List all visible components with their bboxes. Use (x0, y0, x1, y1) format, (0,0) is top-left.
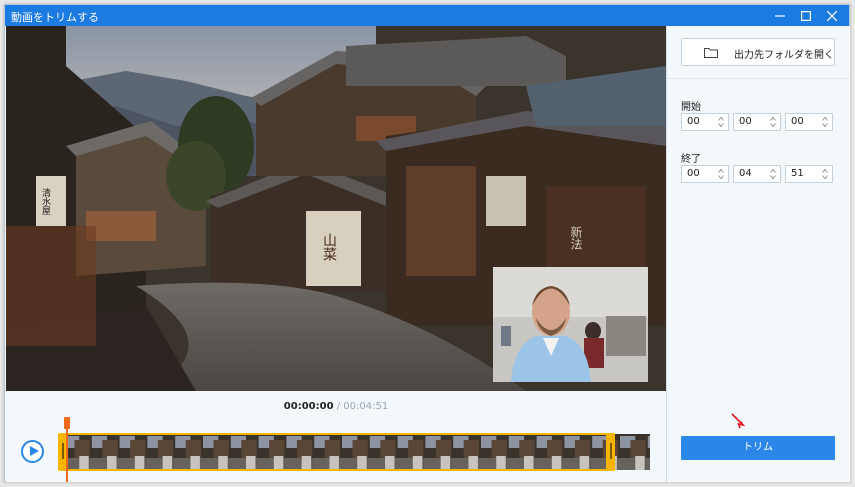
trim-settings-panel: 出力先フォルダを開く 開始 00 00 00 終了 00 04 51 トリム (666, 26, 851, 482)
sign-shop-text: 山菜 (321, 233, 337, 261)
start-minutes-value: 00 (739, 116, 752, 127)
trim-video-window: 動画をトリムする 清水屋 山菜 新法 00:00:00 / 00:04:51 出… (4, 4, 851, 482)
thumbnail-frame (645, 434, 650, 470)
playhead-line (66, 429, 68, 482)
thumbnail-frame (340, 434, 368, 470)
time-separator: / (336, 401, 341, 412)
start-hours-spinbox[interactable]: 00 (681, 113, 729, 131)
thumbnail-frame (145, 434, 174, 470)
thumbnail-frame (89, 434, 118, 470)
thumbnail-frames (62, 434, 650, 470)
end-seconds-spinbox[interactable]: 51 (785, 165, 833, 183)
spin-arrows-icon[interactable] (718, 116, 724, 128)
panel-divider (667, 78, 851, 79)
thumbnail-frame (312, 434, 340, 470)
pointer-arrow-icon (731, 413, 745, 429)
end-label: 終了 (681, 154, 701, 165)
maximize-icon (801, 10, 811, 21)
thumbnail-frame (367, 434, 396, 470)
end-seconds-value: 51 (791, 168, 804, 179)
thumbnail-frame (256, 434, 285, 470)
start-hours-value: 00 (687, 116, 700, 127)
thumbnail-frame (395, 434, 424, 470)
thumbnail-frame (534, 434, 563, 470)
trim-end-handle[interactable] (606, 433, 615, 471)
window-title: 動画をトリムする (11, 11, 99, 24)
playhead-knob[interactable] (64, 417, 70, 429)
sign-right-text: 新法 (569, 225, 583, 250)
start-label: 開始 (681, 102, 701, 113)
folder-icon (704, 48, 718, 58)
thumbnail-frame (173, 434, 201, 470)
thumbnail-frame (284, 434, 313, 470)
thumbnail-frame (506, 434, 535, 470)
end-hours-value: 00 (687, 168, 700, 179)
trim-button[interactable]: トリム (681, 436, 835, 460)
maximize-button[interactable] (793, 5, 819, 26)
spin-arrows-icon[interactable] (822, 168, 828, 180)
video-preview[interactable]: 清水屋 山菜 新法 (6, 26, 666, 391)
end-minutes-value: 04 (739, 168, 752, 179)
thumbnail-frame (618, 434, 646, 470)
start-seconds-spinbox[interactable]: 00 (785, 113, 833, 131)
timeline-area: 00:00:00 / 00:04:51 (6, 391, 666, 482)
end-minutes-spinbox[interactable]: 04 (733, 165, 781, 183)
thumbnail-frame (117, 434, 146, 470)
thumbnail-frame (228, 434, 257, 470)
time-display: 00:00:00 / 00:04:51 (6, 401, 666, 412)
thumbnail-frame (562, 434, 591, 470)
close-button[interactable] (819, 5, 845, 26)
spin-arrows-icon[interactable] (770, 116, 776, 128)
open-output-folder-label: 出力先フォルダを開く (734, 50, 834, 61)
start-minutes-spinbox[interactable]: 00 (733, 113, 781, 131)
thumbnail-frame (479, 434, 507, 470)
play-button[interactable] (21, 440, 44, 463)
current-time: 00:00:00 (283, 401, 334, 412)
thumbnail-strip[interactable] (62, 434, 650, 470)
end-hours-spinbox[interactable]: 00 (681, 165, 729, 183)
title-bar: 動画をトリムする (5, 5, 849, 26)
thumbnail-frame (201, 434, 229, 470)
minimize-button[interactable] (767, 5, 793, 26)
webcam-overlay (493, 267, 648, 382)
spin-arrows-icon[interactable] (718, 168, 724, 180)
start-seconds-value: 00 (791, 116, 804, 127)
minimize-icon (775, 14, 785, 17)
thumbnail-frame (451, 434, 479, 470)
close-icon (827, 10, 837, 21)
sign-left-text: 清水屋 (40, 187, 51, 216)
total-time: 00:04:51 (343, 401, 389, 412)
spin-arrows-icon[interactable] (822, 116, 828, 128)
thumbnail-frame (423, 434, 452, 470)
open-output-folder-button[interactable]: 出力先フォルダを開く (681, 38, 835, 66)
spin-arrows-icon[interactable] (770, 168, 776, 180)
